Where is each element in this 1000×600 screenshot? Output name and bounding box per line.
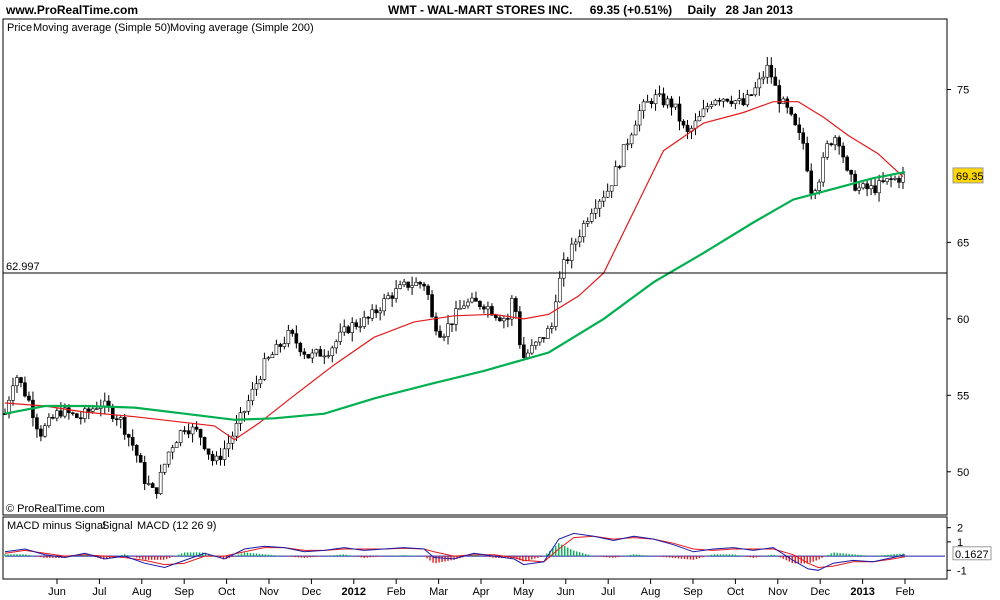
time-tick-label: 2012: [342, 586, 366, 598]
time-tick-label: 2013: [850, 586, 874, 598]
price-legend-label: Price: [7, 22, 32, 34]
last-price-text: 69.35: [956, 171, 984, 183]
price-y-tick-label: 55: [957, 390, 969, 402]
instrument-name: WMT - WAL-MART STORES INC.: [388, 3, 572, 17]
time-tick-label: Sep: [174, 586, 194, 598]
time-tick-label: Dec: [302, 586, 322, 598]
price-y-axis: 50 55 60 65 75: [947, 85, 969, 479]
last-price-badge: 69.35: [952, 167, 984, 184]
chart-title: WMT - WAL-MART STORES INC. 69.35 (+0.51%…: [388, 3, 793, 17]
candlestick: [75, 412, 79, 419]
time-tick-label: Nov: [259, 586, 279, 598]
price-legend: Price Moving average (Simple 50) Moving …: [7, 22, 314, 34]
sma50-legend: Moving average (Simple 50): [33, 22, 171, 34]
macd-signal-legend: Signal: [102, 520, 133, 532]
candlestick: [202, 436, 207, 451]
time-tick-label: Aug: [132, 586, 152, 598]
site-name: www.ProRealTime.com: [5, 3, 138, 17]
macd-hist-legend: MACD minus Signal: [7, 520, 105, 532]
macd-last-text: 0.1627: [955, 549, 989, 561]
price-y-tick-label: 65: [957, 237, 969, 249]
macd-last-badge: 0.1627: [952, 546, 992, 561]
time-axis: Jun Jul Aug Sep Oct Nov Dec 2012 Feb Mar Apr May Jun…: [48, 579, 914, 598]
time-tick-label: Sep: [683, 586, 703, 598]
copyright: © ProRealTime.com: [6, 503, 105, 515]
price-y-tick-label: 75: [957, 85, 969, 97]
time-tick-label: Oct: [727, 586, 744, 598]
macd-line-legend: MACD (12 26 9): [137, 520, 216, 532]
candlestick: [621, 144, 626, 168]
time-tick-label: Feb: [387, 586, 406, 598]
candlestick: [845, 155, 849, 172]
time-tick-label: Feb: [896, 586, 915, 598]
time-tick-label: Nov: [768, 586, 788, 598]
macd-y-tick-label: -1: [957, 565, 967, 577]
quote-value: 69.35 (+0.51%): [590, 3, 672, 17]
candlestick: [825, 140, 829, 160]
sma200-legend: Moving average (Simple 200): [170, 22, 314, 34]
candlestick: [518, 306, 522, 349]
time-tick-label: Jun: [557, 586, 575, 598]
price-y-tick-label: 50: [957, 467, 969, 479]
candlestick: [793, 112, 798, 126]
price-y-tick-label: 60: [957, 314, 969, 326]
time-tick-label: Jul: [92, 586, 106, 598]
candlestick: [306, 354, 311, 359]
quote-date: 28 Jan 2013: [726, 3, 794, 17]
time-tick-label: Apr: [472, 586, 489, 598]
time-tick-label: Jun: [48, 586, 66, 598]
period-label: Daily: [688, 3, 717, 17]
stock-chart: www.ProRealTime.com WMT - WAL-MART STORE…: [2, 3, 992, 598]
macd-legend: MACD minus Signal Signal MACD (12 26 9): [7, 520, 216, 532]
time-tick-label: May: [513, 586, 534, 598]
time-tick-label: Mar: [429, 586, 448, 598]
reference-line-label: 62.997: [6, 261, 40, 273]
macd-y-tick-label: 2: [957, 523, 963, 535]
price-panel[interactable]: [2, 18, 948, 516]
time-tick-label: Jul: [601, 586, 615, 598]
time-tick-label: Dec: [810, 586, 830, 598]
time-tick-label: Aug: [641, 586, 661, 598]
time-tick-label: Oct: [218, 586, 235, 598]
candlestick: [821, 152, 825, 187]
